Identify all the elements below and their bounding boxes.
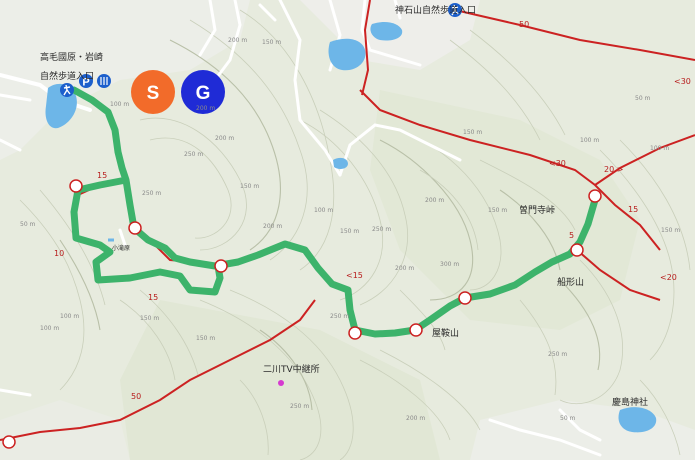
- elev-label: 200 m: [196, 105, 215, 112]
- waypoint-east: [458, 291, 472, 305]
- map-canvas[interactable]: S G P 高毛國原・岩崎 自然歩道入口 神石山自然歩道入口 曽門寺峠 船形山 …: [0, 0, 695, 460]
- elev-label: 50 m: [20, 221, 36, 228]
- road-num-right-20: <20: [660, 273, 677, 282]
- waypoint-bottom-left: [2, 435, 16, 449]
- road-num-bottom-50: 50: [131, 392, 141, 401]
- nigawa-tv-label: 二川TV中継所: [263, 363, 320, 375]
- elev-label: 100 m: [314, 207, 333, 214]
- road-num-route-5: 5: [569, 231, 574, 240]
- trailhead-label-1: 高毛國原・岩崎: [40, 51, 103, 63]
- elev-label: 250 m: [548, 351, 567, 358]
- elev-label: 100 m: [110, 101, 129, 108]
- small-spot-label: 小滝原: [112, 244, 130, 252]
- elev-label: 150 m: [240, 183, 259, 190]
- waypoint-left: [69, 179, 83, 193]
- road-num-route-15-left: 15: [97, 171, 107, 180]
- road-num-right-15: 15: [628, 205, 638, 214]
- waypoint-mid: [214, 259, 228, 273]
- elev-label: 250 m: [290, 403, 309, 410]
- elev-label: 200 m: [228, 37, 247, 44]
- top-trailhead-label: 神石山自然歩道入口: [395, 4, 476, 16]
- road-num-top-50: 50: [519, 20, 529, 29]
- elev-label: 200 m: [406, 415, 425, 422]
- road-num-route-10: 10: [54, 249, 64, 258]
- elev-label: 150 m: [196, 335, 215, 342]
- elev-label: 100 m: [580, 137, 599, 144]
- start-label: S: [147, 83, 160, 104]
- elev-label: 150 m: [661, 227, 680, 234]
- elev-label: 200 m: [425, 197, 444, 204]
- road-num-right-30: <30: [674, 77, 691, 86]
- road-num-route-15-mid: 15: [148, 293, 158, 302]
- goal-label: G: [196, 83, 211, 104]
- road-num-mid-20: 20 >: [604, 165, 623, 174]
- waypoint-kuraoka: [409, 323, 423, 337]
- elev-label: 150 m: [140, 315, 159, 322]
- elev-label: 100 m: [650, 145, 669, 152]
- waypoint-south: [348, 326, 362, 340]
- elev-label: 50 m: [560, 415, 576, 422]
- elev-label: 250 m: [330, 313, 349, 320]
- elev-label: 200 m: [395, 265, 414, 272]
- funagata-label: 船形山: [557, 276, 584, 288]
- elev-label: 150 m: [340, 228, 359, 235]
- road-num-mid-30: <30: [549, 159, 566, 168]
- elev-label: 150 m: [463, 129, 482, 136]
- road-num-route-15-center: <15: [346, 271, 363, 280]
- waypoint-junction: [128, 221, 142, 235]
- elev-label: 300 m: [440, 261, 459, 268]
- shrine-label: 慶島神社: [612, 396, 648, 408]
- elev-label: 100 m: [60, 313, 79, 320]
- elev-label: 100 m: [40, 325, 59, 332]
- pass-label: 曽門寺峠: [519, 204, 555, 216]
- elev-label: 150 m: [262, 39, 281, 46]
- waypoint-pass: [588, 189, 602, 203]
- elev-label: 150 m: [488, 207, 507, 214]
- pond-small: [333, 157, 348, 169]
- elev-label: 50 m: [635, 95, 651, 102]
- hiker-icon[interactable]: [60, 83, 74, 97]
- elev-label: 200 m: [263, 223, 282, 230]
- elev-label: 250 m: [184, 151, 203, 158]
- summit-dot: [278, 380, 284, 386]
- kuraoka-label: 屋鞍山: [432, 327, 459, 339]
- waypoint-funagata: [570, 243, 584, 257]
- topographic-map[interactable]: S G P 高毛國原・岩崎 自然歩道入口 神石山自然歩道入口 曽門寺峠 船形山 …: [0, 0, 695, 460]
- elev-label: 250 m: [372, 226, 391, 233]
- elev-label: 200 m: [215, 135, 234, 142]
- start-marker[interactable]: S: [131, 70, 175, 114]
- trailhead-label-2: 自然歩道入口: [40, 70, 94, 82]
- toilet-icon[interactable]: [97, 74, 111, 88]
- elev-label: 250 m: [142, 190, 161, 197]
